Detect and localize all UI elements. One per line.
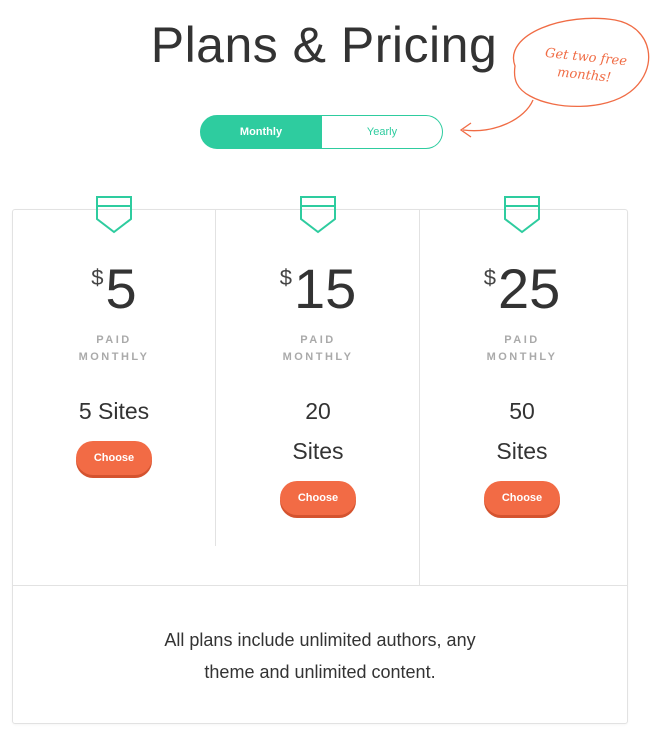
shield-icon xyxy=(96,196,132,234)
shield-icon xyxy=(504,196,540,234)
sites-count: 5 Sites xyxy=(12,391,216,431)
price-amount: 25 xyxy=(497,257,561,320)
billing-period: PAID MONTHLY xyxy=(59,332,169,366)
currency-symbol: $ xyxy=(279,265,292,290)
footnote-line-2: theme and unlimited content. xyxy=(204,662,436,682)
billing-line-1: PAID xyxy=(504,334,540,346)
sites-line-1: 50 xyxy=(509,398,535,424)
plan-card-3: $ 25 PAID MONTHLY 50 Sites Choose xyxy=(420,195,624,515)
plans-footnote: All plans include unlimited authors, any… xyxy=(12,624,628,688)
toggle-monthly[interactable]: Monthly xyxy=(200,115,322,149)
billing-period: PAID MONTHLY xyxy=(263,332,373,366)
choose-button[interactable]: Choose xyxy=(280,481,356,515)
curved-arrow-icon xyxy=(462,99,534,132)
plan-price: $ 15 xyxy=(216,259,420,325)
billing-period: PAID MONTHLY xyxy=(467,332,577,366)
plan-price: $ 25 xyxy=(420,259,624,325)
sites-line-2: Sites xyxy=(292,438,344,464)
sites-line-1: 20 xyxy=(305,398,331,424)
footnote-line-1: All plans include unlimited authors, any xyxy=(164,630,476,650)
price-amount: 5 xyxy=(105,257,137,320)
billing-line-1: PAID xyxy=(96,334,132,346)
sites-line-1: 5 Sites xyxy=(78,398,150,424)
billing-toggle: Monthly Yearly xyxy=(200,115,443,149)
plan-card-1: $ 5 PAID MONTHLY 5 Sites Choose xyxy=(12,195,216,475)
section-divider xyxy=(12,585,628,586)
shield-icon xyxy=(300,196,336,234)
price-amount: 15 xyxy=(293,257,357,320)
sites-count: 50 Sites xyxy=(420,391,624,471)
billing-line-2: MONTHLY xyxy=(78,351,150,363)
billing-line-2: MONTHLY xyxy=(486,351,558,363)
choose-button[interactable]: Choose xyxy=(76,441,152,475)
sites-line-2: Sites xyxy=(496,438,548,464)
plan-card-2: $ 15 PAID MONTHLY 20 Sites Choose xyxy=(216,195,420,515)
plan-price: $ 5 xyxy=(12,259,216,325)
choose-button[interactable]: Choose xyxy=(484,481,560,515)
currency-symbol: $ xyxy=(483,265,496,290)
billing-line-1: PAID xyxy=(300,334,336,346)
sites-count: 20 Sites xyxy=(216,391,420,471)
billing-line-2: MONTHLY xyxy=(282,351,354,363)
currency-symbol: $ xyxy=(91,265,104,290)
toggle-yearly[interactable]: Yearly xyxy=(322,115,443,149)
